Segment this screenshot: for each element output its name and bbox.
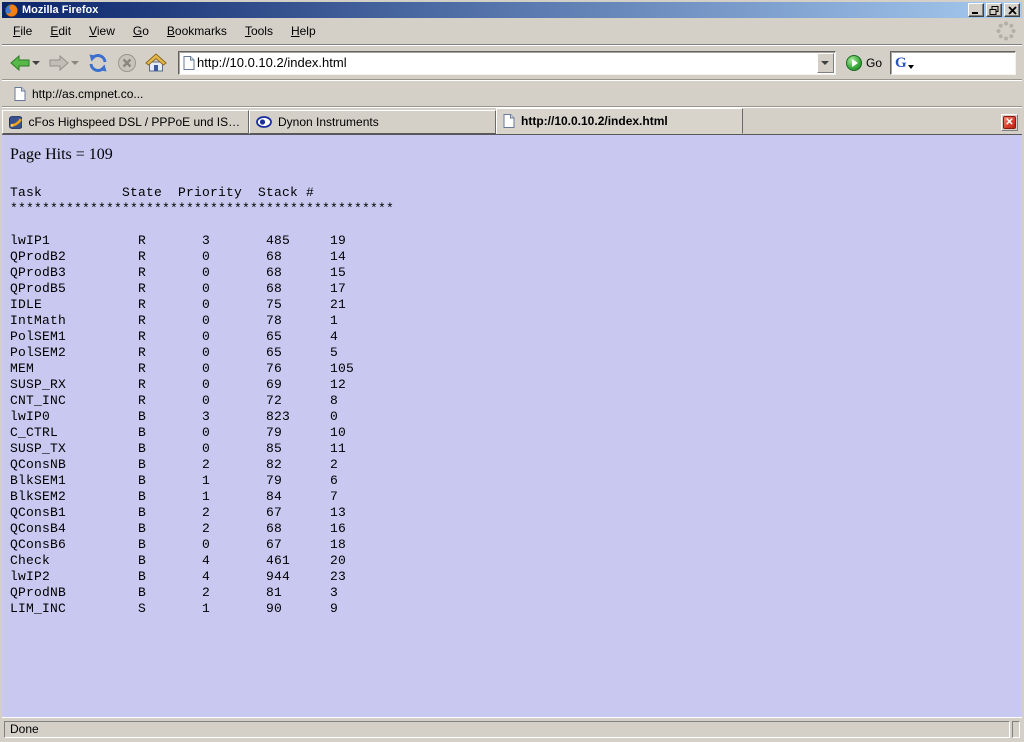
url-bar[interactable] (178, 51, 836, 75)
menu-help[interactable]: Help (282, 21, 325, 41)
close-icon (1008, 6, 1017, 15)
home-button[interactable] (142, 50, 170, 75)
bookmarks-toolbar: http://as.cmpnet.co... (2, 80, 1022, 107)
url-input[interactable] (195, 54, 817, 72)
home-icon (145, 53, 167, 72)
bookmark-label: http://as.cmpnet.co... (32, 87, 143, 101)
status-text: Done (10, 722, 39, 736)
go-button[interactable]: Go (842, 53, 888, 73)
go-icon (846, 55, 862, 71)
title-bar[interactable]: Mozilla Firefox (2, 2, 1022, 18)
search-box[interactable]: G (890, 51, 1016, 75)
status-bar: Done (2, 717, 1022, 740)
close-tab-button[interactable]: ✕ (1001, 114, 1018, 131)
window-title: Mozilla Firefox (22, 4, 968, 16)
tab-label: http://10.0.10.2/index.html (521, 114, 668, 128)
close-button[interactable] (1004, 3, 1020, 17)
tab-cfos[interactable]: cFos Highspeed DSL / PPPoE und ISDN CAP.… (2, 110, 249, 134)
go-label: Go (866, 56, 882, 70)
menu-bar: FileEditViewGoBookmarksToolsHelp (2, 18, 1022, 45)
menu-file[interactable]: File (4, 21, 41, 41)
resize-grip[interactable] (1012, 721, 1020, 738)
reload-icon (87, 53, 109, 73)
page-hits-text: Page Hits = 109 (10, 146, 1022, 164)
tab-label: cFos Highspeed DSL / PPPoE und ISDN CAP.… (28, 115, 242, 129)
forward-dropdown-icon[interactable] (71, 61, 79, 65)
menu-items: FileEditViewGoBookmarksToolsHelp (4, 21, 993, 41)
page-icon (14, 87, 26, 101)
throbber-icon (993, 19, 1019, 43)
bookmark-item[interactable]: http://as.cmpnet.co... (8, 85, 149, 103)
page-icon (503, 114, 515, 128)
firefox-logo-icon (5, 4, 18, 17)
url-dropdown-icon (821, 61, 829, 65)
url-dropdown-button[interactable] (817, 53, 834, 73)
restore-icon (989, 6, 999, 15)
tab-current[interactable]: http://10.0.10.2/index.html (496, 108, 743, 134)
firefox-window: Mozilla Firefox FileEditViewGoBookmarksT… (0, 0, 1024, 742)
restore-button[interactable] (986, 3, 1002, 17)
search-input[interactable] (914, 55, 1015, 71)
menu-tools[interactable]: Tools (236, 21, 282, 41)
task-table: Task State Priority Stack # ************… (10, 185, 1022, 617)
forward-button[interactable] (45, 51, 82, 75)
dynon-icon (256, 115, 272, 129)
minimize-button[interactable] (968, 3, 984, 17)
menu-view[interactable]: View (80, 21, 124, 41)
menu-bookmarks[interactable]: Bookmarks (158, 21, 236, 41)
cfos-icon (9, 115, 22, 130)
stop-button[interactable] (114, 50, 140, 76)
google-g-icon[interactable]: G (895, 56, 907, 70)
tab-dynon[interactable]: Dynon Instruments (249, 110, 496, 134)
navigation-toolbar: Go G (2, 45, 1022, 80)
page-content: Page Hits = 109 Task State Priority Stac… (2, 135, 1022, 717)
back-icon (9, 54, 31, 72)
menu-edit[interactable]: Edit (41, 21, 80, 41)
tab-bar: cFos Highspeed DSL / PPPoE und ISDN CAP.… (2, 107, 1022, 135)
minimize-icon (971, 6, 981, 15)
back-dropdown-icon[interactable] (32, 61, 40, 65)
forward-icon (48, 54, 70, 72)
status-panel: Done (4, 721, 1010, 738)
page-icon (183, 56, 195, 70)
stop-icon (117, 53, 137, 73)
tab-close-icon: ✕ (1003, 116, 1016, 129)
back-button[interactable] (6, 51, 43, 75)
reload-button[interactable] (84, 50, 112, 76)
tab-label: Dynon Instruments (278, 115, 379, 129)
menu-go[interactable]: Go (124, 21, 158, 41)
